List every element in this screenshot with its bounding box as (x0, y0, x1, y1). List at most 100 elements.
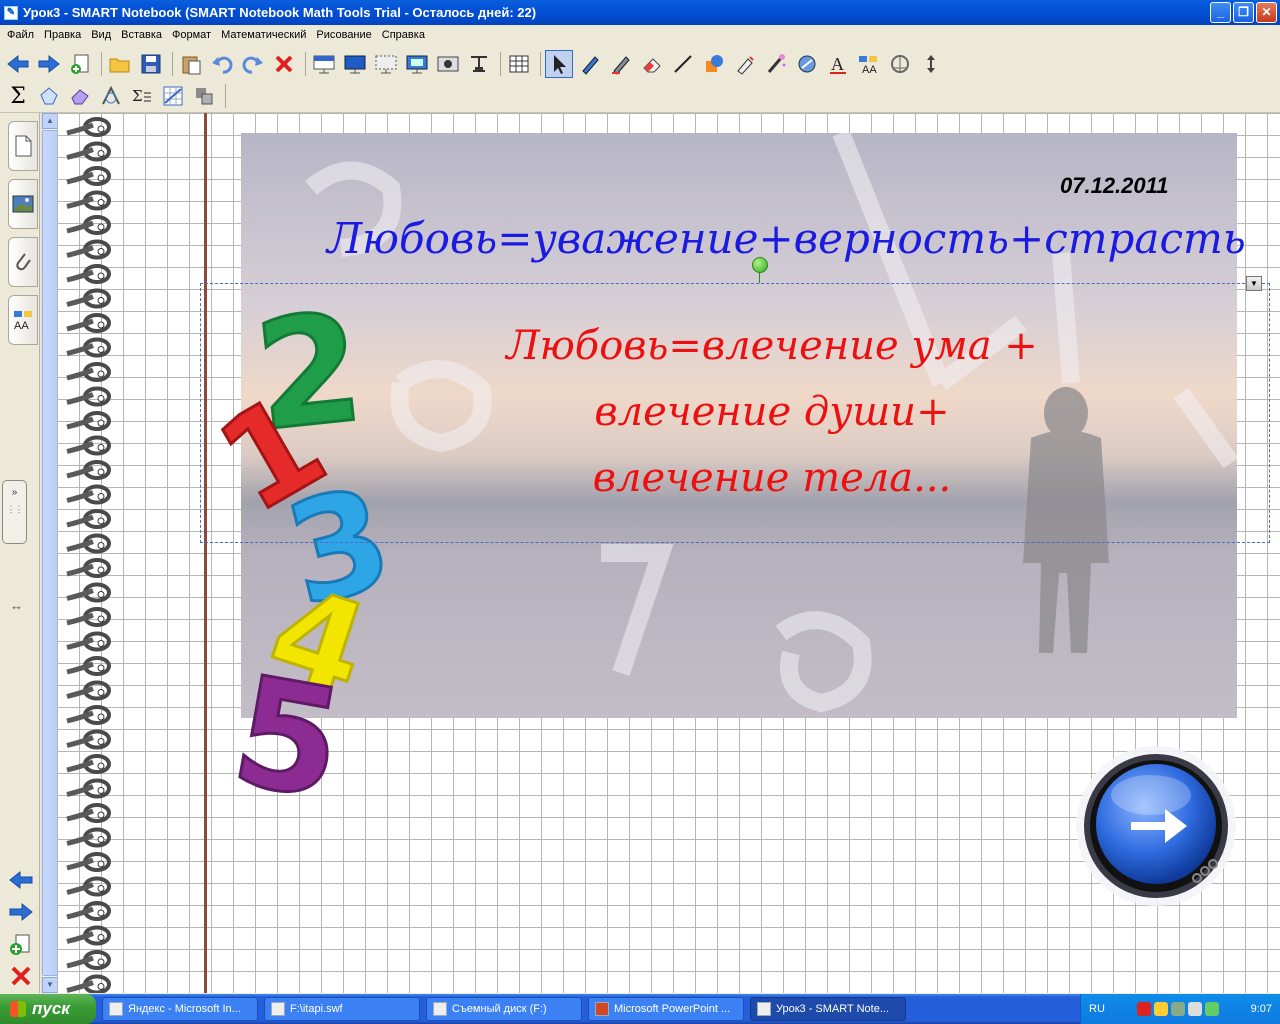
powerpoint-icon (595, 1002, 609, 1016)
language-indicator[interactable]: RU (1089, 1003, 1105, 1015)
menu-insert[interactable]: Вставка (116, 29, 167, 41)
start-button[interactable]: пуск (0, 994, 96, 1024)
properties-icon[interactable] (793, 50, 821, 78)
slide-body-text[interactable]: Любовь=влечение ума + влечение души+ вле… (437, 313, 1107, 511)
fill-icon[interactable] (731, 50, 759, 78)
full-screen-icon[interactable] (341, 50, 369, 78)
rotate-handle-icon[interactable] (752, 257, 768, 273)
pen-icon[interactable] (576, 50, 604, 78)
open-folder-icon[interactable] (106, 50, 134, 78)
collapse-panel-handle[interactable]: » ⋮⋮ (2, 480, 27, 544)
menu-math[interactable]: Математический (216, 29, 311, 41)
transparent-bg-icon[interactable] (372, 50, 400, 78)
eraser-icon[interactable] (638, 50, 666, 78)
task-removable-disk[interactable]: Съемный диск (F:) (426, 997, 582, 1021)
ie-icon (109, 1002, 123, 1016)
measure-icon[interactable] (886, 50, 914, 78)
next-page-icon[interactable] (8, 902, 36, 926)
menu-view[interactable]: Вид (86, 29, 116, 41)
sigma-icon[interactable]: Σ (4, 82, 32, 110)
display-icon[interactable] (403, 50, 431, 78)
equation-icon[interactable]: Σ (128, 82, 156, 110)
table-text-icon[interactable]: AA (855, 50, 883, 78)
slide-date: 07.12.2011 (1060, 173, 1169, 198)
restore-button[interactable]: ❐ (1233, 2, 1254, 23)
task-itapi-swf[interactable]: F:\itapi.swf (264, 997, 420, 1021)
attachments-tab[interactable] (8, 237, 38, 287)
forward-arrow-icon[interactable] (35, 50, 63, 78)
usb-icon[interactable] (1204, 1002, 1219, 1016)
paste-icon[interactable] (177, 50, 205, 78)
next-slide-button[interactable] (1073, 743, 1239, 909)
spiral-ring (67, 119, 109, 135)
vertical-scrollbar[interactable]: ▲ ▼ (41, 113, 58, 993)
previous-page-icon[interactable] (8, 870, 36, 894)
folder-icon (271, 1002, 285, 1016)
magic-pen-icon[interactable] (762, 50, 790, 78)
spiral-ring (67, 536, 109, 552)
spiral-ring (67, 364, 109, 380)
properties-tab[interactable]: AA (8, 295, 38, 345)
window-titlebar[interactable]: ✎ Урок3 - SMART Notebook (SMART Notebook… (0, 0, 1280, 25)
shapes-icon[interactable] (700, 50, 728, 78)
slide-title[interactable]: Любовь=уважение+верность+страсть (327, 214, 1246, 263)
spiral-ring (67, 242, 109, 258)
drive-icon (433, 1002, 447, 1016)
delete-page-icon[interactable] (10, 965, 38, 989)
add-page-side-icon[interactable] (8, 933, 36, 957)
math-tools-icon[interactable] (190, 82, 218, 110)
menu-file[interactable]: Файл (2, 29, 39, 41)
close-button[interactable]: ✕ (1256, 2, 1277, 23)
object-menu-dropdown-icon[interactable]: ▼ (1246, 276, 1262, 291)
side-tab-panel: AA » ⋮⋮ ↔ (0, 113, 40, 993)
math-toolbar: Σ Σ (0, 80, 1280, 113)
select-pointer-icon[interactable] (545, 49, 573, 78)
network-icon[interactable] (1153, 1002, 1168, 1016)
table-icon[interactable] (505, 50, 533, 78)
add-page-icon[interactable] (66, 50, 94, 78)
task-powerpoint[interactable]: Microsoft PowerPoint ... (588, 997, 744, 1021)
smart-board-icon[interactable] (1170, 1002, 1185, 1016)
spiral-ring (67, 193, 109, 209)
scroll-down-arrow-icon[interactable]: ▼ (42, 977, 58, 993)
task-yandex-ie[interactable]: Яндекс - Microsoft In... (102, 997, 258, 1021)
spiral-ring (67, 168, 109, 184)
menu-draw[interactable]: Рисование (311, 29, 376, 41)
notebook-spiral-binding (57, 113, 117, 993)
notebook-page-canvas[interactable]: 2 1 3 4 5 07.12.2011 Любовь=уважение+вер… (57, 113, 1280, 993)
task-smart-notebook[interactable]: Урок3 - SMART Note... (750, 997, 906, 1021)
scroll-up-arrow-icon[interactable]: ▲ (42, 113, 58, 129)
delete-icon[interactable] (270, 50, 298, 78)
svg-text:A: A (831, 54, 844, 74)
line-icon[interactable] (669, 50, 697, 78)
antivirus-icon[interactable] (1136, 1002, 1151, 1016)
text-icon[interactable]: A (824, 50, 852, 78)
gallery-tab[interactable] (8, 179, 38, 229)
spiral-ring (67, 487, 109, 503)
main-toolbar: A AA (0, 47, 1280, 80)
undo-icon[interactable] (208, 50, 236, 78)
creative-pen-icon[interactable] (607, 50, 635, 78)
save-icon[interactable] (137, 50, 165, 78)
page-sorter-tab[interactable] (8, 121, 38, 171)
screen-shade-icon[interactable] (310, 50, 338, 78)
eraser-shape-icon[interactable] (66, 82, 94, 110)
toolbar-move-icon[interactable] (917, 50, 945, 78)
geometry-icon[interactable] (97, 82, 125, 110)
windows-taskbar: пуск Яндекс - Microsoft In... F:\itapi.s… (0, 994, 1280, 1024)
menu-edit[interactable]: Правка (39, 29, 86, 41)
scroll-thumb[interactable] (42, 130, 58, 976)
menu-bar: Файл Правка Вид Вставка Формат Математич… (0, 25, 1280, 45)
capture-icon[interactable] (434, 50, 462, 78)
document-camera-icon[interactable] (465, 50, 493, 78)
volume-icon[interactable] (1187, 1002, 1202, 1016)
menu-format[interactable]: Формат (167, 29, 216, 41)
minimize-button[interactable]: _ (1210, 2, 1231, 23)
back-arrow-icon[interactable] (4, 50, 32, 78)
graph-icon[interactable] (159, 82, 187, 110)
menu-help[interactable]: Справка (377, 29, 430, 41)
redo-icon[interactable] (239, 50, 267, 78)
resize-horizontal-icon[interactable]: ↔ (10, 598, 23, 613)
shape-recognition-icon[interactable] (35, 82, 63, 110)
spiral-ring (67, 315, 109, 331)
